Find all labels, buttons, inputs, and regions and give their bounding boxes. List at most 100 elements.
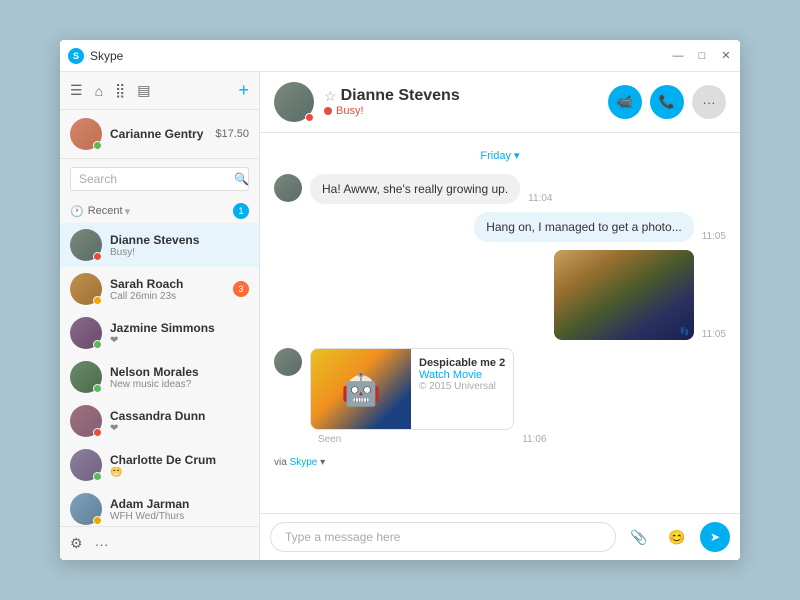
date-divider[interactable]: Friday ▾ [274, 149, 726, 162]
apps-icon[interactable]: ⣿ [115, 82, 125, 99]
recent-label: Recent [88, 205, 123, 217]
search-icon: 🔍 [234, 172, 249, 186]
contact-badge: 3 [233, 281, 249, 297]
contact-name: Nelson Morales [110, 365, 249, 379]
user-amount: $17.50 [215, 128, 249, 140]
skype-logo: S [68, 48, 84, 64]
movie-info: Despicable me 2 Watch Movie © 2015 Unive… [411, 349, 513, 429]
maximize-button[interactable]: □ [696, 50, 708, 62]
send-button[interactable]: ➤ [700, 522, 730, 552]
user-status-dot [93, 141, 102, 150]
message-bubble: Ha! Awww, she's really growing up. [310, 174, 520, 204]
user-name: Carianne Gentry [110, 127, 215, 141]
avatar [70, 317, 102, 349]
message-row: Ha! Awww, she's really growing up. 11:04 [274, 174, 726, 204]
search-input[interactable] [79, 172, 234, 186]
contact-item[interactable]: Charlotte De Crum 😁 [60, 443, 259, 487]
chat-header-actions: 📹 📞 ··· [608, 85, 726, 119]
minimize-button[interactable]: — [672, 50, 684, 62]
contact-item[interactable]: Jazmine Simmons ❤ [60, 311, 259, 355]
chat-input-area: 📎 😊 ➤ [260, 513, 740, 560]
via-skype-link[interactable]: Skype [290, 457, 318, 468]
photo-message[interactable]: 👣 [554, 250, 694, 340]
message-time: 11:05 [702, 329, 726, 340]
chat-header: ☆ Dianne Stevens Busy! 📹 📞 ··· [260, 72, 740, 133]
audio-call-button[interactable]: 📞 [650, 85, 684, 119]
contact-status: Busy! [110, 247, 249, 258]
status-dot [93, 428, 102, 437]
status-dot [93, 340, 102, 349]
via-skype: via Skype ▾ [274, 457, 726, 468]
message-row: 🤖 ▶ Despicable me 2 Watch Movie © 2015 U… [274, 348, 726, 445]
add-button[interactable]: + [238, 80, 249, 101]
contact-item[interactable]: Cassandra Dunn ❤ [60, 399, 259, 443]
message-bubble: Hang on, I managed to get a photo... [474, 212, 693, 242]
more-options-button[interactable]: ··· [692, 85, 726, 119]
chat-header-info: ☆ Dianne Stevens Busy! [324, 87, 608, 117]
emoji-button[interactable]: 😊 [662, 522, 692, 552]
message-row: 11:05 👣 [274, 250, 726, 340]
message-input[interactable] [270, 522, 616, 552]
avatar [70, 493, 102, 525]
chat-contact-name: Dianne Stevens [341, 87, 460, 105]
seen-label: Seen [310, 434, 514, 445]
message-time: 11:04 [528, 193, 552, 204]
movie-card[interactable]: 🤖 ▶ Despicable me 2 Watch Movie © 2015 U… [310, 348, 514, 430]
contacts-icon[interactable]: ▤ [137, 82, 150, 99]
avatar [70, 273, 102, 305]
star-icon[interactable]: ☆ [324, 88, 337, 105]
status-dot [93, 516, 102, 525]
contact-name: Charlotte De Crum [110, 453, 249, 467]
user-profile[interactable]: Carianne Gentry $17.50 [60, 110, 259, 159]
chat-avatar [274, 82, 314, 122]
messages-area: Friday ▾ Ha! Awww, she's really growing … [260, 133, 740, 513]
contact-item[interactable]: Nelson Morales New music ideas? [60, 355, 259, 399]
user-avatar [70, 118, 102, 150]
contact-status: 😁 [110, 467, 249, 478]
close-button[interactable]: ✕ [720, 50, 732, 62]
via-label: via [274, 457, 290, 468]
message-row: 11:05 Hang on, I managed to get a photo.… [274, 212, 726, 242]
recent-badge: 1 [233, 203, 249, 219]
message-avatar [274, 348, 302, 376]
contact-item[interactable]: Sarah Roach Call 26min 23s 3 [60, 267, 259, 311]
movie-message-container: 🤖 ▶ Despicable me 2 Watch Movie © 2015 U… [310, 348, 514, 445]
status-dot [93, 252, 102, 261]
recent-clock-icon: 🕐 [70, 205, 84, 218]
avatar [70, 405, 102, 437]
attachment-button[interactable]: 📎 [624, 522, 654, 552]
contact-item[interactable]: Dianne Stevens Busy! [60, 223, 259, 267]
window-title: Skype [90, 49, 672, 63]
settings-icon[interactable]: ⚙ [70, 535, 83, 552]
message-time: 11:05 [702, 231, 726, 242]
contact-info: Sarah Roach Call 26min 23s [110, 277, 233, 302]
contact-info: Adam Jarman WFH Wed/Thurs [110, 497, 249, 522]
main-content: ☰ ⌂ ⣿ ▤ + Carianne Gentry $17.50 🔍 [60, 72, 740, 560]
home-icon[interactable]: ⌂ [95, 83, 103, 99]
title-bar: S Skype — □ ✕ [60, 40, 740, 72]
recent-chevron: ▾ [125, 205, 131, 218]
watch-movie-link[interactable]: Watch Movie [419, 369, 505, 381]
video-call-button[interactable]: 📹 [608, 85, 642, 119]
nav-icons: ☰ ⌂ ⣿ ▤ [70, 82, 151, 99]
movie-thumbnail: 🤖 ▶ [311, 349, 411, 429]
contact-name: Sarah Roach [110, 277, 233, 291]
avatar [70, 229, 102, 261]
contact-status: New music ideas? [110, 379, 249, 390]
status-dot [93, 296, 102, 305]
contact-item[interactable]: Adam Jarman WFH Wed/Thurs [60, 487, 259, 526]
message-text: Ha! Awww, she's really growing up. [322, 182, 508, 196]
via-chevron: ▾ [320, 457, 325, 468]
movie-title: Despicable me 2 [419, 357, 505, 369]
more-icon[interactable]: ··· [95, 536, 109, 552]
contact-info: Nelson Morales New music ideas? [110, 365, 249, 390]
contact-name: Jazmine Simmons [110, 321, 249, 335]
contact-name: Dianne Stevens [110, 233, 249, 247]
contact-status: ❤ [110, 423, 249, 434]
contacts-list: Dianne Stevens Busy! Sarah Roach Call 26… [60, 223, 259, 526]
chat-contact-status: Busy! [324, 105, 608, 117]
chat-area: ☆ Dianne Stevens Busy! 📹 📞 ··· [260, 72, 740, 560]
hamburger-icon[interactable]: ☰ [70, 82, 83, 99]
contact-info: Jazmine Simmons ❤ [110, 321, 249, 346]
search-box[interactable]: 🔍 [70, 167, 249, 191]
